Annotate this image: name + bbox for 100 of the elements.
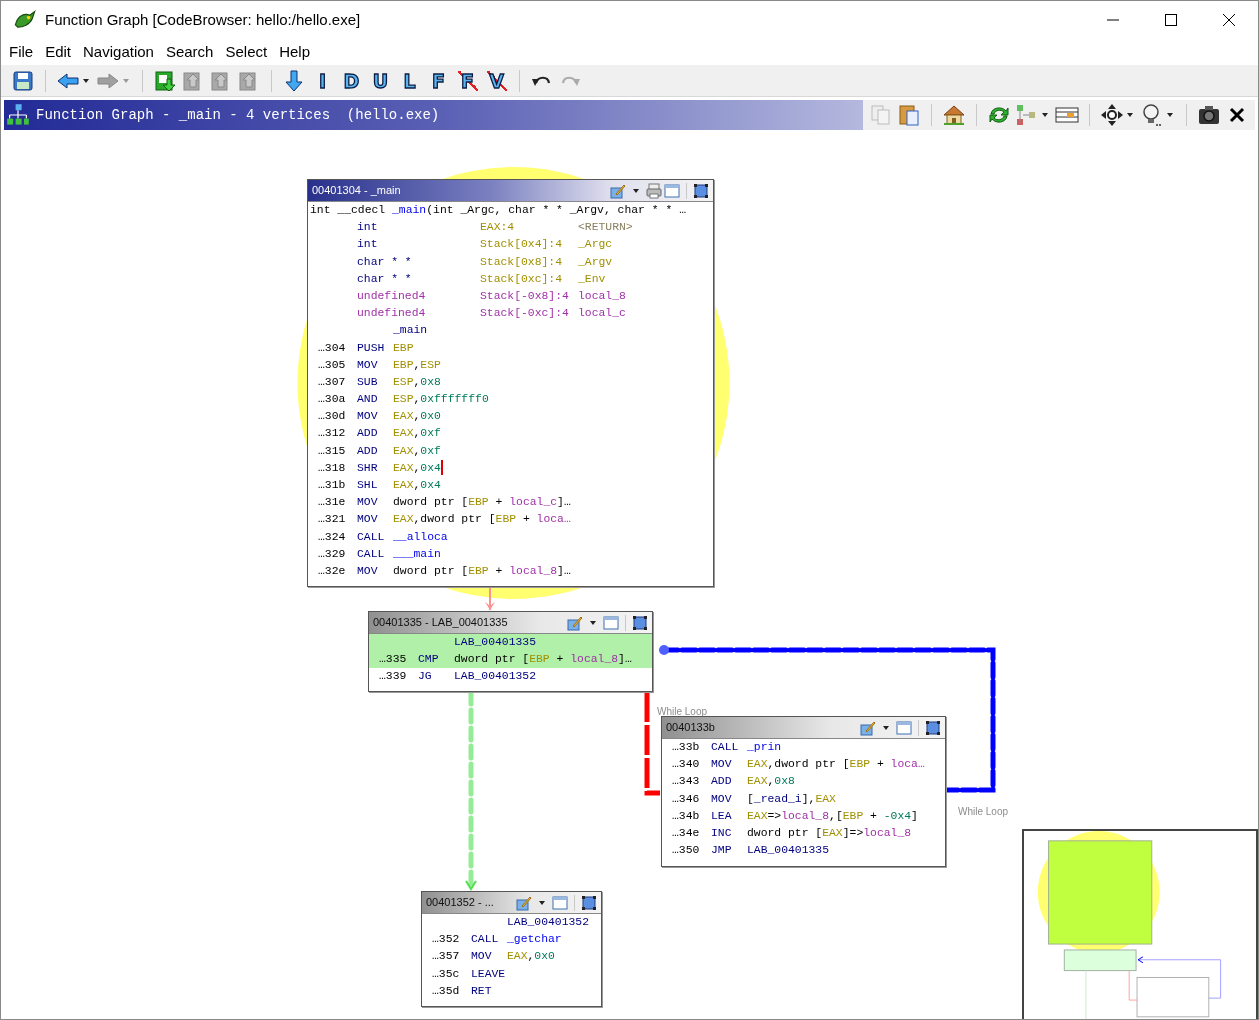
camera-icon[interactable] <box>1197 103 1221 127</box>
instruction-address: …34e <box>671 825 701 841</box>
brush-icon[interactable] <box>860 719 876 736</box>
code-label: LAB_00401352 <box>507 915 590 930</box>
home-icon[interactable] <box>942 103 966 127</box>
instruction-address: …335 <box>378 652 408 668</box>
code-block[interactable]: 0040133b …33b CALL _prin …340 MOV EAX,dword ptr [EBP + loca… …343 ADD EAX,0x8 …346 MOV [_read_i],EAX …34b LEA EAX=>local_8,[EBP + -0x4] …34e INC dword ptr [EAX]=>local_8 …350 JMP LAB_00401335 <box>661 716 946 867</box>
instruction-address: …315 <box>317 443 347 459</box>
instruction-mnemonic: MOV <box>357 409 379 425</box>
instruction-operands: EAX,dword ptr [EBP + loca… <box>393 512 571 528</box>
letter-button[interactable]: I <box>308 67 337 94</box>
instruction-mnemonic: INC <box>711 825 733 841</box>
menu-item[interactable]: Edit <box>39 40 78 64</box>
paste-icon[interactable] <box>897 103 921 127</box>
instruction-address: …304 <box>317 340 347 356</box>
instruction-address: …32e <box>317 563 347 579</box>
param-type: undefined4 <box>356 306 427 322</box>
code-block[interactable] <box>307 179 714 587</box>
code-block[interactable]: 00401352 - ... LAB_00401352 …352 CALL _getchar …357 MOV EAX,0x0 …35c LEAVE …35d RET <box>421 891 602 1007</box>
param-name: <RETURN> <box>578 220 633 236</box>
instruction-mnemonic: ADD <box>357 443 379 459</box>
instruction-address: …312 <box>317 426 347 442</box>
instruction-address: …321 <box>317 512 347 528</box>
instruction-address: …343 <box>671 774 701 790</box>
instruction-mnemonic: CALL <box>471 932 500 948</box>
instruction-mnemonic: LEA <box>711 808 733 824</box>
instruction-address: …352 <box>431 932 461 948</box>
instruction-mnemonic: AND <box>357 392 379 408</box>
instruction-operands: EAX,0xf <box>393 443 441 459</box>
instruction-address: …307 <box>317 374 347 390</box>
block-title: 00401335 - LAB_00401335 <box>373 615 508 631</box>
panel-title: Function Graph - _main - 4 vertices (hello.exe) <box>36 105 440 125</box>
param-type: int <box>356 237 379 253</box>
brush-icon[interactable] <box>567 614 583 631</box>
param-type: int <box>356 220 379 236</box>
import-icon[interactable] <box>153 68 177 93</box>
instruction-operands: EAX,0xf <box>393 426 441 442</box>
instruction-mnemonic: MOV <box>357 357 379 373</box>
fullscreen-icon[interactable] <box>925 719 941 736</box>
instruction-mnemonic: MOV <box>471 949 493 965</box>
tree-icon <box>6 103 30 127</box>
param-type: char * * <box>356 254 413 270</box>
param-name: local_8 <box>578 288 626 304</box>
block-title: 00401304 - _main <box>312 183 401 199</box>
param-storage: Stack[-0xc]:4 <box>480 306 570 322</box>
fullscreen-icon[interactable] <box>632 614 648 631</box>
instruction-mnemonic: MOV <box>357 495 379 511</box>
menu-item[interactable]: Navigation <box>77 40 160 64</box>
instruction-address: …329 <box>317 546 347 562</box>
instruction-address: …33b <box>671 740 701 755</box>
menu-item[interactable]: File <box>3 40 40 64</box>
instruction-operands: LAB_00401335 <box>747 843 830 859</box>
instruction-address: …34b <box>671 808 701 824</box>
window-title: Function Graph [CodeBrowser: hello:/hello.exe] <box>45 9 361 30</box>
move-icon[interactable] <box>1100 103 1124 127</box>
param-name: local_c <box>578 306 626 322</box>
lightbulb-icon[interactable] <box>1140 103 1164 127</box>
instruction-mnemonic: LEAVE <box>471 966 507 982</box>
instruction-operands: ___main <box>393 546 441 562</box>
instruction-operands: ESP,0xfffffff0 <box>393 392 489 408</box>
code-block[interactable]: 00401335 - LAB_00401335 LAB_00401335 …335 CMP dword ptr [EBP + local_8]… …339 JG LAB_00401352 <box>368 611 653 692</box>
instruction-mnemonic: RET <box>471 983 493 999</box>
fullscreen-icon[interactable] <box>693 182 709 199</box>
instruction-operands: LAB_00401352 <box>454 669 537 685</box>
block-title: 0040133b <box>666 720 715 736</box>
instruction-operands: dword ptr [EBP + local_8]… <box>454 652 632 668</box>
code-label: _main <box>393 323 428 339</box>
menu-item[interactable]: Select <box>219 40 274 64</box>
instruction-mnemonic: JMP <box>711 843 733 859</box>
instruction-operands: EBP,ESP <box>393 357 441 373</box>
code-label: LAB_00401335 <box>454 635 537 650</box>
instruction-address: …305 <box>317 357 347 373</box>
instruction-operands: _getchar <box>507 932 562 948</box>
instruction-operands: EAX=>local_8,[EBP + -0x4] <box>747 808 918 824</box>
down-arrow-icon[interactable] <box>282 68 306 93</box>
instruction-operands: dword ptr [EAX]=>local_8 <box>747 825 912 841</box>
function-signature: int __cdecl _main(int _Argc, char * * _Argv, char * * … <box>309 203 686 218</box>
param-storage: Stack[0x4]:4 <box>480 237 564 253</box>
instruction-mnemonic: ADD <box>711 774 733 790</box>
instruction-mnemonic: CALL <box>711 740 740 755</box>
printer-icon[interactable] <box>646 182 662 199</box>
instruction-operands: ESP,0x8 <box>393 374 441 390</box>
instruction-mnemonic: SHR <box>357 460 379 476</box>
letter-button[interactable]: F <box>424 67 453 94</box>
param-storage: Stack[0xc]:4 <box>480 271 564 287</box>
fallthrough-edge <box>485 588 495 610</box>
instruction-operands: EAX,0x0 <box>393 409 441 425</box>
save-icon[interactable] <box>11 68 35 93</box>
param-storage: Stack[-0x8]:4 <box>480 288 570 304</box>
param-storage: Stack[0x8]:4 <box>480 254 564 270</box>
instruction-address: …339 <box>378 669 408 685</box>
param-name: _Env <box>578 271 606 287</box>
menu-item[interactable]: Search <box>159 40 220 64</box>
menu-item[interactable]: Help <box>273 40 316 64</box>
param-storage: EAX:4 <box>480 220 516 236</box>
instruction-operands: EAX,0x8 <box>747 774 795 790</box>
instruction-address: …35c <box>431 966 461 982</box>
param-name: _Argc <box>578 237 613 253</box>
fullscreen-icon[interactable] <box>581 894 597 911</box>
edge-label: While Loop <box>958 806 1009 817</box>
